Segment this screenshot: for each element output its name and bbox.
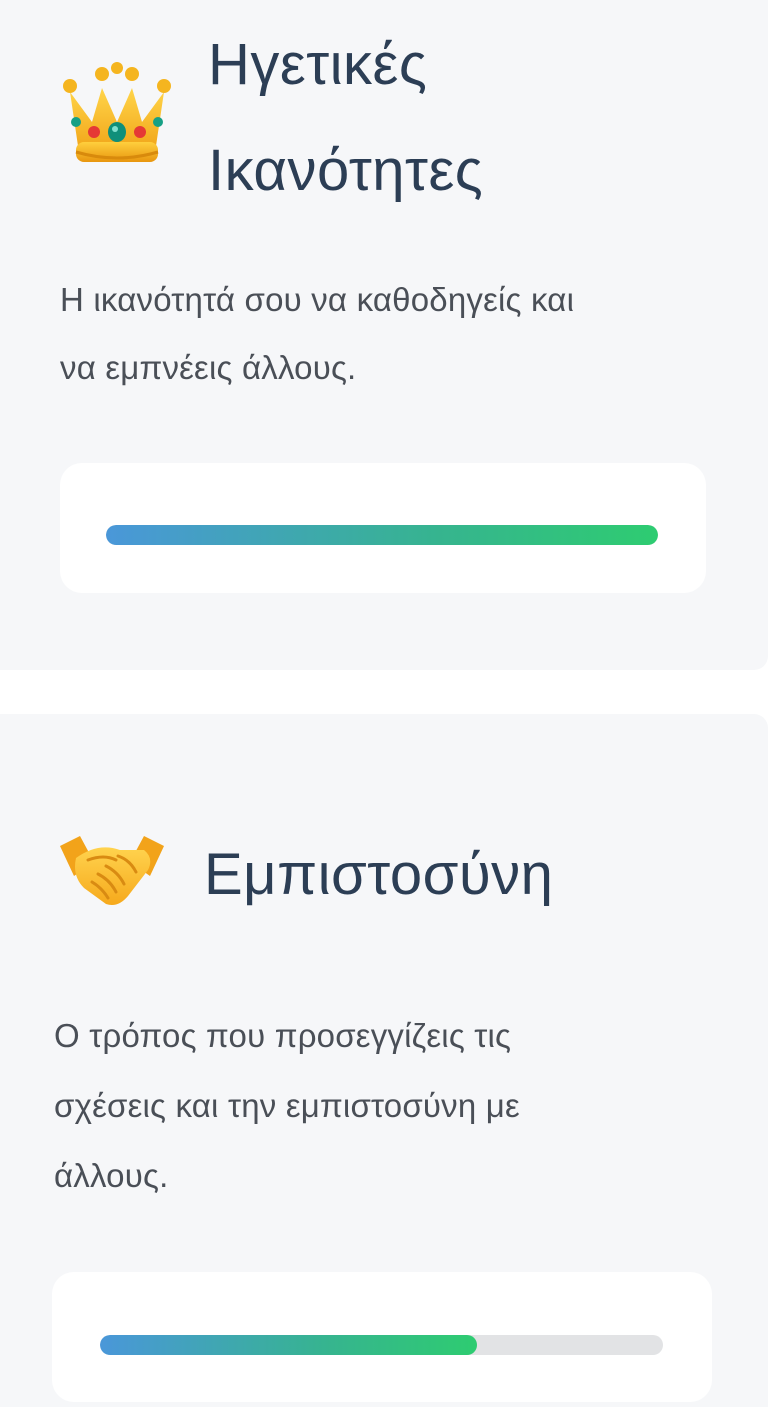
trust-progress-box <box>52 1272 712 1402</box>
page: Ηγετικές Ικανότητες Η ικανότητά σου να κ… <box>0 0 768 1407</box>
leadership-title-line-1: Ηγετικές <box>208 32 428 97</box>
leadership-progress-fill <box>106 525 658 545</box>
handshake-icon <box>58 832 166 910</box>
crown-icon <box>62 60 172 166</box>
trust-progress-bar <box>100 1335 663 1355</box>
trust-progress-fill <box>100 1335 478 1355</box>
leadership-description-line-2: να εμπνέεις άλλους. <box>60 349 357 386</box>
leadership-title-line-2: Ικανότητες <box>208 138 484 203</box>
leadership-description-line-1: Η ικανότητά σου να καθοδηγείς και <box>60 281 575 318</box>
trust-description-line-3: άλλους. <box>54 1157 169 1194</box>
trust-title: Εμπιστοσύνη <box>204 842 554 907</box>
leadership-progress-bar <box>106 525 658 545</box>
trust-description-line-1: Ο τρόπος που προσεγγίζεις τις <box>54 1017 512 1054</box>
leadership-progress-box <box>60 463 706 593</box>
leadership-card: Ηγετικές Ικανότητες Η ικανότητά σου να κ… <box>0 0 768 670</box>
trust-description-line-2: σχέσεις και την εμπιστοσύνη με <box>54 1087 520 1124</box>
trust-card: Εμπιστοσύνη Ο τρόπος που προσεγγίζεις τι… <box>0 714 768 1407</box>
